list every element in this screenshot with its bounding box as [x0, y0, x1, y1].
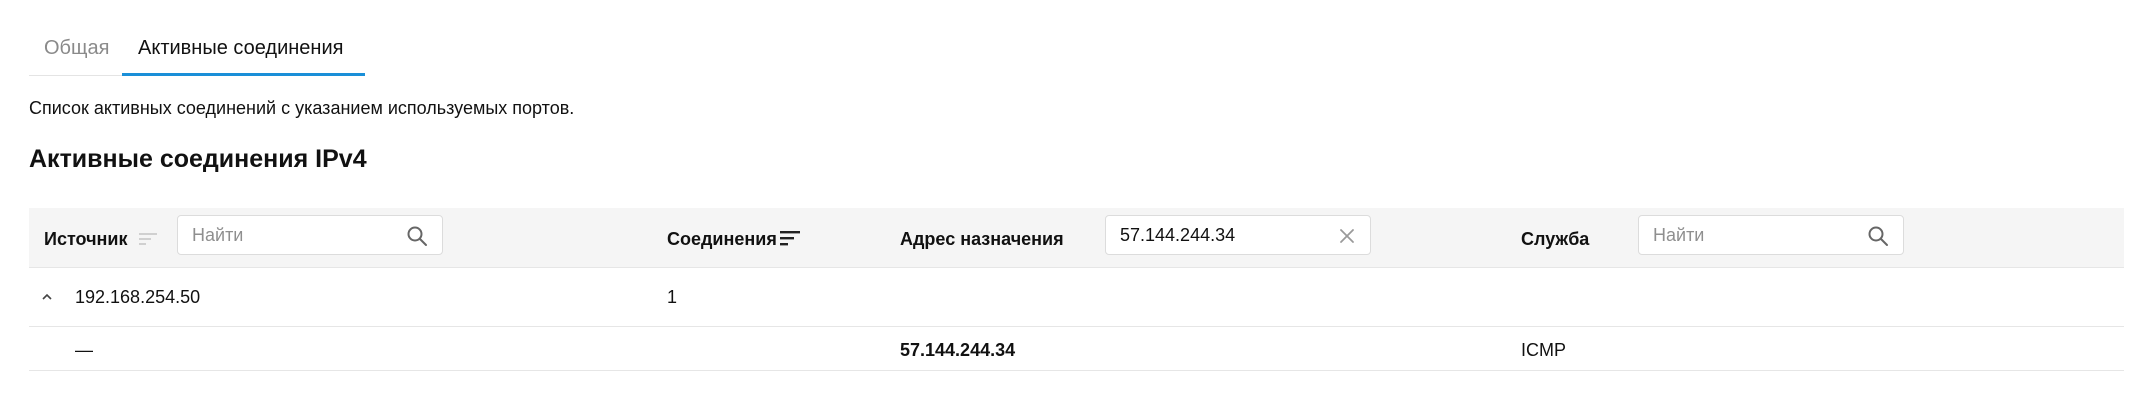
tab-bar: Общая Активные соединения	[29, 0, 365, 76]
column-header-source[interactable]: Источник	[44, 228, 127, 250]
service-search-input[interactable]	[1653, 216, 1863, 254]
search-icon[interactable]	[406, 225, 428, 247]
table-row: — 57.144.244.34 ICMP	[29, 327, 2124, 371]
column-header-destination[interactable]: Адрес назначения	[900, 228, 1064, 250]
search-icon[interactable]	[1867, 225, 1889, 247]
tab-general[interactable]: Общая	[44, 36, 109, 60]
clear-icon[interactable]	[1336, 225, 1358, 247]
column-header-connections[interactable]: Соединения	[667, 228, 777, 250]
column-header-service[interactable]: Служба	[1521, 228, 1589, 250]
active-tab-indicator	[122, 73, 365, 76]
page: Общая Активные соединения Список активны…	[0, 0, 2136, 412]
tab-active-connections[interactable]: Активные соединения	[138, 36, 343, 60]
source-search-input[interactable]	[192, 216, 402, 254]
service-name: ICMP	[1521, 340, 1566, 360]
section-title: Активные соединения IPv4	[29, 145, 367, 173]
destination-search-input[interactable]	[1120, 216, 1330, 254]
service-filter	[1638, 215, 1904, 255]
table-header: Источник Соединения	[29, 208, 2124, 268]
sort-descending-icon[interactable]	[778, 226, 802, 250]
source-placeholder: —	[75, 340, 93, 360]
connections-table: Источник Соединения	[29, 208, 2124, 371]
source-address: 192.168.254.50	[75, 287, 201, 307]
connections-count: 1	[667, 287, 678, 307]
destination-filter	[1105, 215, 1371, 255]
page-description: Список активных соединений с указанием и…	[29, 98, 575, 118]
source-filter	[177, 215, 443, 255]
chevron-up-icon[interactable]	[40, 290, 54, 304]
table-row-group[interactable]: 192.168.254.50 1	[29, 268, 2124, 327]
sort-inactive-icon[interactable]	[136, 226, 160, 250]
destination-address: 57.144.244.34	[900, 340, 1016, 360]
